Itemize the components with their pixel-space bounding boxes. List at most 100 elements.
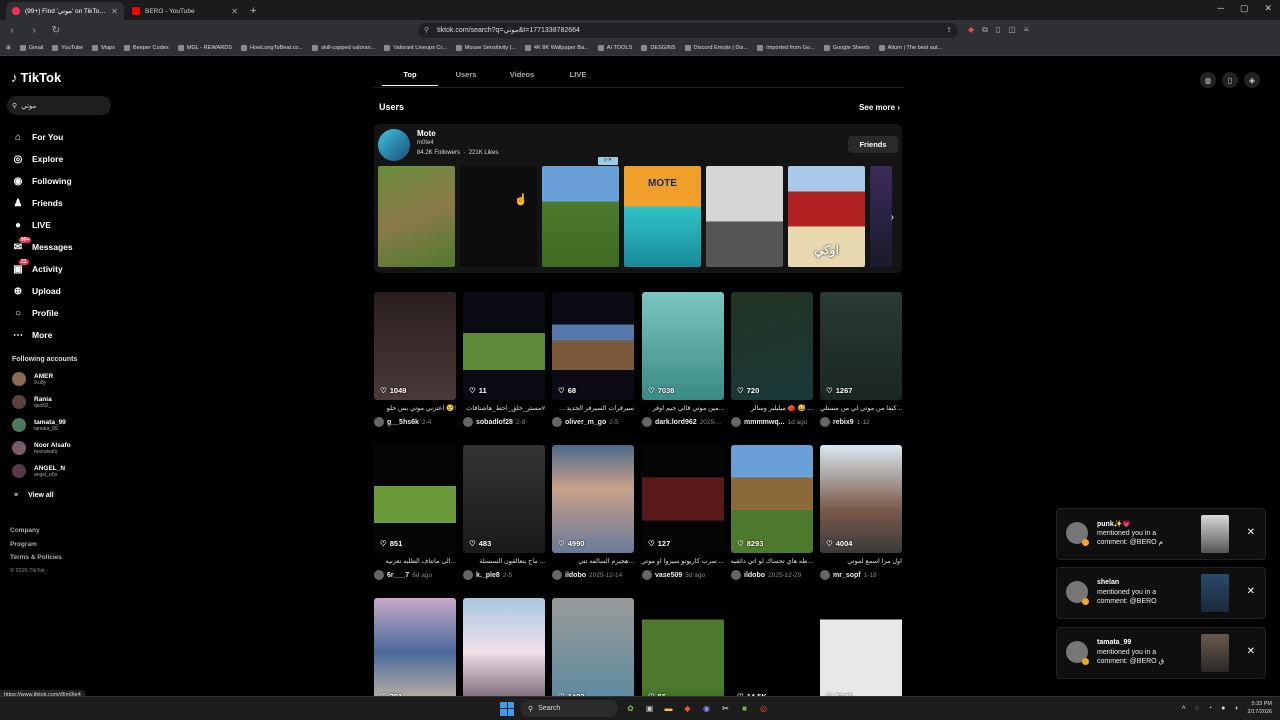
- sidebar-item-activity[interactable]: ▣ 21 Activity: [12, 258, 73, 280]
- bookmark-item[interactable]: MGL - REWARDS: [177, 44, 232, 51]
- user-card[interactable]: Mote m0te4 84.2K Followers · 221K Likes …: [374, 124, 902, 273]
- following-account[interactable]: tamata_99 tamata_99: [12, 418, 66, 432]
- video-thumbnail[interactable]: ♡ 1049: [374, 292, 456, 400]
- back-icon[interactable]: ‹: [6, 25, 18, 36]
- notification-thumbnail[interactable]: [1201, 634, 1229, 672]
- new-tab-button[interactable]: +: [250, 2, 256, 20]
- following-account[interactable]: AMER 9.u8y: [12, 372, 53, 386]
- video-card[interactable]: ♡ 4990 ...هجيرم السالفه تتي ildobo 2025-12-1…: [552, 445, 634, 580]
- avatar[interactable]: [463, 417, 473, 427]
- bookmark-item[interactable]: Maps: [92, 44, 115, 51]
- video-caption[interactable]: !😢 اعتزني موتي بس حلو: [374, 404, 456, 414]
- user-video-thumbnail[interactable]: [460, 166, 537, 267]
- tray-chevron-icon[interactable]: ˄: [1182, 705, 1186, 712]
- avatar[interactable]: [12, 372, 26, 386]
- notification-thumbnail[interactable]: [1201, 515, 1229, 553]
- following-account[interactable]: Rania quolli2_: [12, 395, 52, 409]
- phone-icon[interactable]: ▯: [1222, 72, 1238, 88]
- menu-icon[interactable]: ≡: [1024, 25, 1029, 35]
- coins-icon[interactable]: ◍: [1200, 72, 1216, 88]
- close-window-icon[interactable]: ✕: [1264, 3, 1272, 14]
- avatar[interactable]: [12, 441, 26, 455]
- avatar[interactable]: [12, 395, 26, 409]
- video-card[interactable]: ♡ 1049 !😢 اعتزني موتي بس حلو g__5hs6k 2-4: [374, 292, 456, 427]
- url-field[interactable]: ⚲ tiktok.com/search?q=موتي&t=17713387826…: [418, 22, 958, 38]
- avatar[interactable]: [642, 570, 652, 580]
- share-icon[interactable]: ⇪: [946, 26, 952, 34]
- bookmark-item[interactable]: Aitum | The best aut...: [878, 44, 942, 51]
- ad-choices-icon[interactable]: ▷✕: [598, 157, 618, 165]
- sidebar-item-upload[interactable]: ⊕ Upload: [12, 280, 73, 302]
- video-thumbnail[interactable]: ♡ 483: [463, 445, 545, 553]
- video-author[interactable]: mr_sopf: [833, 572, 861, 579]
- maximize-icon[interactable]: ▢: [1240, 3, 1249, 14]
- avatar[interactable]: [731, 570, 741, 580]
- video-card[interactable]: [463, 598, 545, 706]
- video-thumbnail[interactable]: ♡ 720: [731, 292, 813, 400]
- user-video-thumbnail[interactable]: [870, 166, 892, 267]
- avatar[interactable]: [820, 570, 830, 580]
- bookmark-item[interactable]: Google Sheets: [823, 44, 870, 51]
- tab-youtube[interactable]: BERO - YouTube ✕: [126, 2, 244, 20]
- video-card[interactable]: ♡ 11 #مستر_خلق_احط_هاشتاقات sobadlof28 2-8: [463, 292, 545, 427]
- video-thumbnail[interactable]: ♡1403: [552, 598, 634, 706]
- sidebar-item-following[interactable]: ◉ Following: [12, 170, 73, 192]
- video-card[interactable]: ♡ 68 سيرفرات السيرفر الجديد ... oliver_m_go…: [552, 292, 634, 427]
- forward-icon[interactable]: ›: [28, 25, 40, 36]
- bookmark-item[interactable]: skill-capped valoran...: [312, 44, 375, 51]
- task-view-icon[interactable]: ▣: [643, 702, 656, 715]
- see-more-link[interactable]: See more ›: [859, 103, 900, 112]
- video-caption[interactable]: ...مين موتي قالي جيم اوفر: [642, 404, 724, 414]
- video-author[interactable]: rebix9: [833, 419, 854, 426]
- bookmark-item[interactable]: YouTube: [52, 44, 83, 51]
- extensions-icon[interactable]: ⧉: [982, 25, 988, 35]
- footer-company[interactable]: Company: [10, 524, 62, 538]
- volume-icon[interactable]: ◖: [1234, 705, 1238, 712]
- video-card[interactable]: ♡ 483 ... ماح يتعالقون السنسلة k._ple8 2-5: [463, 445, 545, 580]
- video-caption[interactable]: ... 😅 🍅 ميليلير وسالر: [731, 404, 813, 414]
- discord-icon[interactable]: ◉: [700, 702, 713, 715]
- minecraft-icon[interactable]: ■: [738, 702, 751, 715]
- video-card[interactable]: ♡5345: [820, 598, 902, 706]
- brave-shield-icon[interactable]: ◆: [968, 25, 974, 35]
- network-icon[interactable]: ◔: [1208, 705, 1212, 712]
- notification-thumbnail[interactable]: [1201, 574, 1229, 612]
- video-caption[interactable]: ...كيفا من موتي لي من مستلي: [820, 404, 902, 414]
- video-thumbnail[interactable]: ♡ 68: [552, 292, 634, 400]
- sidebar-item-messages[interactable]: ✉ 99+ Messages: [12, 236, 73, 258]
- video-thumbnail[interactable]: ♡ 4990: [552, 445, 634, 553]
- tab-videos[interactable]: Videos: [494, 70, 550, 86]
- tab-live[interactable]: LIVE: [550, 70, 606, 86]
- reload-icon[interactable]: ↻: [50, 25, 62, 36]
- video-thumbnail[interactable]: ♡ 11: [463, 292, 545, 400]
- following-account[interactable]: ANGEL_N angel_n0o: [12, 464, 65, 478]
- video-caption[interactable]: ...هجيرم السالفه تتي: [552, 557, 634, 567]
- video-card[interactable]: ♡14.5K: [731, 598, 813, 706]
- view-all-button[interactable]: ≡ View all: [14, 492, 54, 499]
- bookmark-item[interactable]: DESGINS: [641, 44, 676, 51]
- close-tab-icon[interactable]: ✕: [231, 7, 238, 16]
- avatar[interactable]: [552, 417, 562, 427]
- video-author[interactable]: oliver_m_go: [565, 419, 606, 426]
- bookmark-item[interactable]: Beeper Codes: [123, 44, 169, 51]
- bookmark-item[interactable]: Imported from Go...: [757, 44, 815, 51]
- video-card[interactable]: ♡56: [642, 598, 724, 706]
- video-thumbnail[interactable]: ♡ 7038: [642, 292, 724, 400]
- user-video-thumbnail[interactable]: اوكي: [788, 166, 865, 267]
- footer-terms[interactable]: Terms & Policies: [10, 551, 62, 565]
- sidebar-item-explore[interactable]: ◎ Explore: [12, 148, 73, 170]
- close-icon[interactable]: ✕: [1247, 646, 1255, 657]
- video-thumbnail[interactable]: ♡ 1267: [820, 292, 902, 400]
- video-author[interactable]: mmmmwq...: [744, 419, 784, 426]
- notification-toast[interactable]: punk✨💗 mentioned you in a comment: @BERO …: [1056, 508, 1266, 560]
- minimize-icon[interactable]: ─: [1218, 3, 1224, 14]
- notification-toast[interactable]: shelan mentioned you in a comment: @BERO ✕: [1056, 567, 1266, 619]
- file-explorer-icon[interactable]: ▬: [662, 702, 675, 715]
- sidebar-item-profile[interactable]: ○ Profile: [12, 302, 73, 324]
- video-thumbnail[interactable]: ♡14.5K: [731, 598, 813, 706]
- tab-top[interactable]: Top: [382, 70, 438, 86]
- sidebar-item-live[interactable]: ● LIVE: [12, 214, 73, 236]
- video-thumbnail[interactable]: ♡791: [374, 598, 456, 706]
- video-thumbnail[interactable]: ♡56: [642, 598, 724, 706]
- close-icon[interactable]: ✕: [1247, 586, 1255, 597]
